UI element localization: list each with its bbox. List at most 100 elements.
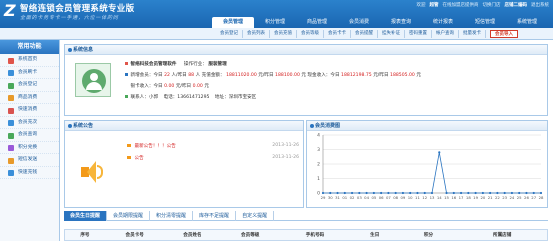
chart-point bbox=[503, 191, 506, 195]
table-header-cell: 积分 bbox=[423, 233, 434, 238]
nav-tab-6[interactable]: 统计报表 bbox=[422, 17, 464, 28]
chart-y-tick-label: 2 bbox=[317, 162, 320, 168]
chart-x-tick-label: 03 bbox=[357, 195, 362, 200]
sidebar: 常用功能 系统首页 会员刷卡 会员登记 商品消费 快速消费 会员充次 会员查询 积分兑换 短信发… bbox=[0, 40, 60, 241]
chart-point bbox=[380, 191, 383, 195]
sidebar-item-7[interactable]: 会员查询 bbox=[0, 129, 59, 142]
chart-point bbox=[459, 191, 463, 195]
sidebar-item-1[interactable]: 系统首页 bbox=[0, 54, 59, 67]
chart-point bbox=[445, 191, 448, 195]
chart-series-line bbox=[323, 152, 541, 194]
subnav-item-3[interactable]: 会员充值 bbox=[270, 30, 297, 38]
chart-point bbox=[489, 191, 492, 195]
cash-mid: 元/昨日 bbox=[373, 73, 389, 78]
notice-item-title[interactable]: 最新公告！！！公告 bbox=[134, 144, 175, 149]
silver-yesterday: 0.00 bbox=[192, 84, 203, 89]
sidebar-item-label: 会员登记 bbox=[18, 82, 38, 87]
chart-x-tick-label: 20 bbox=[480, 195, 485, 200]
contact-address: 地址：深圳市宝安区 bbox=[214, 95, 257, 100]
table-header-cell: 会员等级 bbox=[241, 233, 260, 238]
reminder-tab-2[interactable]: 会员期限提醒 bbox=[107, 211, 151, 221]
industry-label: 操作行业： bbox=[183, 62, 207, 67]
reminder-tab-5[interactable]: 自定义提醒 bbox=[236, 211, 275, 221]
slogan: 全面的卡务专卡一手通，六位一体的同 bbox=[20, 15, 119, 21]
switch-store-link[interactable]: 切换门店 bbox=[483, 2, 501, 8]
notice-item-title[interactable]: 公告 bbox=[134, 156, 143, 161]
chart-point bbox=[518, 191, 521, 195]
welcome-text: 欢迎 bbox=[416, 3, 426, 8]
nav-tab-3[interactable]: 商品管理 bbox=[296, 17, 338, 28]
silver-mid: 元/昨日 bbox=[175, 84, 192, 89]
nav-tab-5[interactable]: 报表查询 bbox=[380, 17, 422, 28]
chart-x-tick-label: 30 bbox=[328, 195, 333, 200]
top-links: 欢迎 超管 在线加盟店提供商 切换门店 店铺二编码 退出系统 bbox=[417, 2, 550, 8]
info-line-contact: 联系人：小郭 电话：13661471295 地址：深圳市宝安区 bbox=[125, 94, 256, 100]
nav-tab-7[interactable]: 短信管理 bbox=[464, 17, 506, 28]
nav-tab-4[interactable]: 会员消费 bbox=[338, 17, 380, 28]
nav-tab-1[interactable]: 会员管理 bbox=[212, 17, 254, 28]
chart-x-tick-label: 28 bbox=[539, 195, 544, 200]
sidebar-item-icon bbox=[8, 82, 14, 89]
app-root: Z 智络连锁会员管理系统专业版 全面的卡务专卡一手通，六位一体的同 欢迎 超管 … bbox=[0, 0, 553, 241]
sidebar-item-10[interactable]: 快速充钱 bbox=[0, 167, 59, 179]
reminder-tab-1[interactable]: 会员生日提醒 bbox=[64, 211, 108, 221]
industry-value: 服装管理 bbox=[208, 62, 227, 67]
cash-today: 18812198.75 bbox=[341, 73, 372, 78]
sidebar-item-6[interactable]: 会员充次 bbox=[0, 117, 59, 129]
cash-label: 元 现金收入：今日 bbox=[301, 73, 340, 78]
chart-x-tick-label: 08 bbox=[393, 195, 398, 200]
sidebar-item-icon bbox=[8, 132, 14, 139]
chart-x-tick-label: 22 bbox=[495, 195, 500, 200]
subnav-item-2[interactable]: 会员列表 bbox=[243, 30, 270, 38]
notice-item-date: 2013-11-26 bbox=[272, 155, 299, 160]
chart-x-tick-label: 02 bbox=[350, 195, 355, 200]
sub-nav-items: 会员登记 会员列表 会员充值 会员等级 会员卡卡 会员提醒 挂失补证 密码重置 帐户查询 批量发卡… bbox=[216, 30, 518, 38]
subnav-item-8[interactable]: 密码重置 bbox=[405, 30, 432, 38]
sidebar-item-icon bbox=[8, 107, 14, 114]
recharge-mid: 元/昨日 bbox=[258, 73, 274, 78]
store-name: 在线加盟店提供商 bbox=[442, 3, 479, 8]
notice-item-icon bbox=[127, 144, 131, 147]
chart-x-tick-label: 10 bbox=[408, 195, 413, 200]
chart-x-tick-label: 18 bbox=[466, 195, 471, 200]
subnav-item-4[interactable]: 会员等级 bbox=[297, 30, 324, 38]
info-line-stats: 新增会员：今日 22 人/昨日 88 人 充值金额： 18811020.00 元… bbox=[125, 72, 421, 78]
sidebar-item-4[interactable]: 商品消费 bbox=[0, 92, 59, 104]
chart-point bbox=[481, 191, 484, 195]
sidebar-item-icon bbox=[8, 57, 14, 64]
chart-title: 会员消费图 bbox=[315, 123, 341, 129]
reminder-tab-3[interactable]: 积分清零提醒 bbox=[150, 211, 194, 221]
sidebar-item-2[interactable]: 会员刷卡 bbox=[0, 67, 59, 79]
notice-item[interactable]: 最新公告！！！公告 2013-11-26 bbox=[127, 143, 299, 149]
subnav-item-7[interactable]: 挂失补证 bbox=[378, 30, 405, 38]
subnav-item-11[interactable]: 会员导入 bbox=[490, 30, 518, 38]
info-line-silver: 银卡收入：今日 0.00 元/昨日 0.00 元 bbox=[125, 83, 208, 89]
sidebar-item-icon bbox=[8, 120, 14, 126]
logout-link[interactable]: 退出系统 bbox=[531, 2, 549, 8]
reminder-tab-4[interactable]: 库存不足提醒 bbox=[193, 211, 237, 221]
subnav-item-1[interactable]: 会员登记 bbox=[216, 30, 243, 38]
notice-item[interactable]: 公告 2013-11-26 bbox=[127, 155, 299, 161]
subnav-item-5[interactable]: 会员卡卡 bbox=[324, 30, 351, 38]
nav-tab-2[interactable]: 积分管理 bbox=[254, 17, 296, 28]
chart-point bbox=[525, 191, 528, 195]
contact-person: 联系人：小郭 bbox=[130, 95, 159, 100]
chart-point bbox=[467, 191, 470, 195]
chart-x-tick-label: 15 bbox=[444, 195, 449, 200]
sidebar-item-8[interactable]: 积分兑换 bbox=[0, 142, 59, 154]
subnav-item-9[interactable]: 帐户查询 bbox=[432, 30, 459, 38]
chart-point bbox=[350, 191, 354, 195]
subnav-item-10[interactable]: 批量发卡 bbox=[459, 30, 486, 38]
nav-tab-8[interactable]: 系统管理 bbox=[506, 17, 548, 28]
sidebar-item-5[interactable]: 快速消费 bbox=[0, 104, 59, 117]
sidebar-item-3[interactable]: 会员登记 bbox=[0, 79, 59, 92]
sidebar-item-9[interactable]: 短信发送 bbox=[0, 154, 59, 167]
sidebar-item-label: 商品消费 bbox=[18, 94, 38, 100]
subnav-item-6[interactable]: 会员提醒 bbox=[351, 30, 378, 38]
chart-point bbox=[329, 191, 332, 195]
chart-x-tick-label: 17 bbox=[459, 195, 464, 200]
reminder-tabs: 会员生日提醒 会员期限提醒 积分清零提醒 库存不足提醒 自定义提醒 bbox=[64, 211, 548, 221]
table-header-cell: 序号 bbox=[80, 233, 90, 238]
notice-panel: 系统公告 最新公告！！！公告 2013-11-26 公告 2013-11-26 bbox=[64, 120, 304, 208]
chart-point bbox=[401, 191, 405, 195]
